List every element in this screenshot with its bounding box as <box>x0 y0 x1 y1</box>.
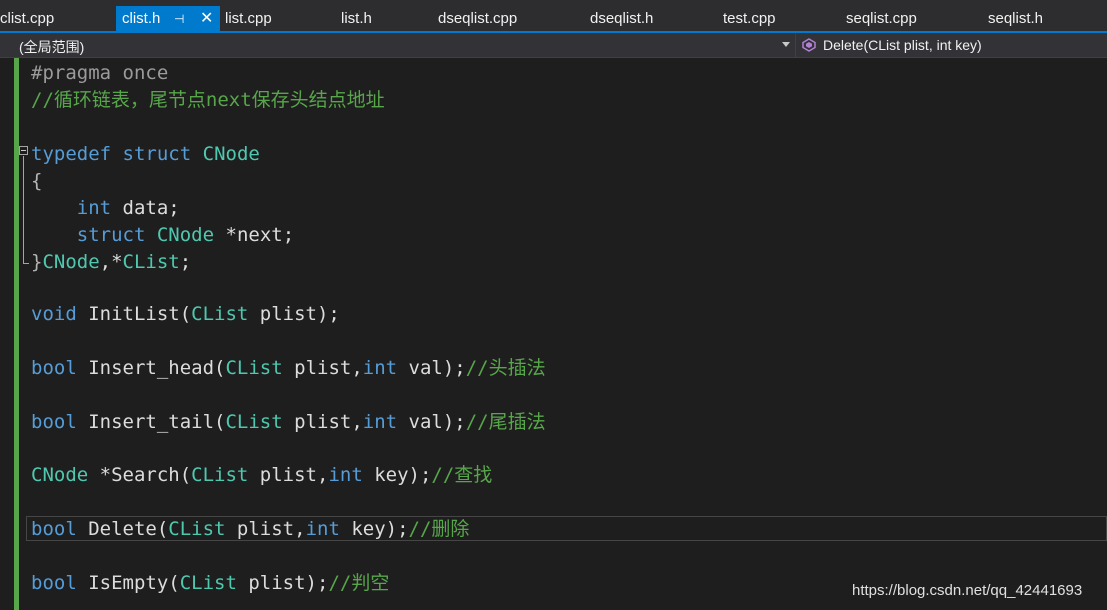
tab-seqlist-cpp[interactable]: seqlist.cpp <box>846 6 917 31</box>
close-icon[interactable]: ✕ <box>200 6 213 31</box>
navigation-bar: (全局范围) Delete(CList plist, int key) <box>0 33 1107 58</box>
code-line-12: bool Insert_head(CList plist,int val);//… <box>31 357 546 379</box>
tab-label: list.cpp <box>225 10 272 27</box>
code-line-18: bool Delete(CList plist,int key);//删除 <box>31 518 470 540</box>
tab-clist-cpp[interactable]: clist.cpp <box>0 6 54 31</box>
code-line-10: void InitList(CList plist); <box>31 303 340 325</box>
code-line-6: int data; <box>76 197 180 219</box>
tab-label: clist.cpp <box>0 10 55 27</box>
collapse-icon[interactable] <box>19 146 28 155</box>
code-line-20: bool IsEmpty(CList plist);//判空 <box>31 572 390 594</box>
code-line-2: //循环链表，尾节点next保存头结点地址 <box>31 89 385 111</box>
tab-seqlist-h[interactable]: seqlist.h <box>988 6 1043 31</box>
code-editor[interactable]: #pragma once //循环链表，尾节点next保存头结点地址 typed… <box>0 58 1107 610</box>
code-line-5: { <box>31 170 43 192</box>
nav-divider <box>795 33 796 57</box>
member-dropdown[interactable]: Delete(CList plist, int key) <box>823 37 982 53</box>
tab-dseqlist-cpp[interactable]: dseqlist.cpp <box>438 6 517 31</box>
code-line-14: bool Insert_tail(CList plist,int val);//… <box>31 411 546 433</box>
code-line-4: typedef struct CNode <box>31 143 260 165</box>
watermark-url: https://blog.csdn.net/qq_42441693 <box>852 582 1083 599</box>
scope-dropdown[interactable]: (全局范围) <box>19 37 84 57</box>
document-tab-bar: clist.cpp clist.h ⊣ ✕ list.cpp list.h ds… <box>0 0 1107 31</box>
tab-dseqlist-h[interactable]: dseqlist.h <box>590 6 653 31</box>
tab-list-h[interactable]: list.h <box>341 6 372 31</box>
tab-label: seqlist.h <box>988 10 1044 27</box>
pin-icon[interactable]: ⊣ <box>174 6 184 31</box>
tab-label: seqlist.cpp <box>846 10 917 27</box>
chevron-down-icon[interactable] <box>782 42 790 47</box>
tab-clist-h[interactable]: clist.h ⊣ ✕ <box>116 6 220 31</box>
outline-guide-end <box>23 263 29 264</box>
outline-guide <box>23 156 24 264</box>
tab-list-cpp[interactable]: list.cpp <box>225 6 272 31</box>
code-line-1: #pragma once <box>31 62 169 84</box>
code-line-7: struct CNode *next; <box>76 224 295 246</box>
tab-label: test.cpp <box>723 10 776 27</box>
code-line-8: }CNode,*CList; <box>31 251 192 273</box>
tab-label: clist.h <box>122 10 161 27</box>
tab-label: dseqlist.cpp <box>438 10 518 27</box>
tab-test-cpp[interactable]: test.cpp <box>723 6 776 31</box>
code-line-16: CNode *Search(CList plist,int key);//查找 <box>31 464 493 486</box>
method-icon <box>802 38 816 52</box>
change-tracking-bar <box>14 58 19 610</box>
tab-label: list.h <box>341 10 372 27</box>
tab-label: dseqlist.h <box>590 10 654 27</box>
